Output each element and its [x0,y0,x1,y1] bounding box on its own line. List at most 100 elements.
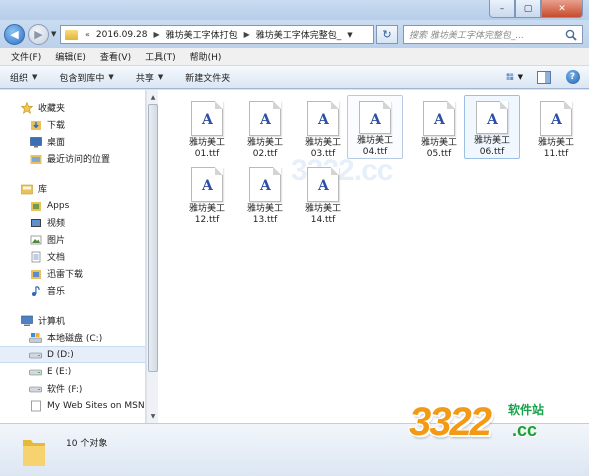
sidebar-item-my-web-sites[interactable]: My Web Sites on MSN [0,397,145,414]
menu-edit[interactable]: 编辑(E) [48,50,93,63]
refresh-button[interactable]: ↻ [376,25,398,44]
site-logo: 3322 软件站 .cc [409,398,585,458]
menu-tools[interactable]: 工具(T) [138,50,183,63]
sidebar-item-documents[interactable]: 文档 [0,248,145,265]
folder-icon [23,440,45,466]
chevron-down-icon: ▼ [32,73,38,81]
file-item[interactable]: A 雅坊美工 06.ttf [464,95,520,159]
breadcrumb-item[interactable]: 2016.09.28 [93,30,151,40]
file-item[interactable]: A 雅坊美工 13.ttf [237,162,293,226]
title-bar: – ▢ ✕ [0,0,589,20]
change-view-button[interactable]: ▼ [506,69,523,85]
menu-help[interactable]: 帮助(H) [183,50,229,63]
menu-file[interactable]: 文件(F) [4,50,48,63]
preview-pane-button[interactable] [535,69,552,85]
file-item[interactable]: A 雅坊美工 01.ttf [179,96,235,160]
breadcrumb-item[interactable]: 雅坊美工字体完整包_ [253,28,345,41]
organize-button[interactable]: 组织 ▼ [10,71,37,84]
minimize-button[interactable]: – [489,0,515,18]
sidebar-item-label: 本地磁盘 (C:) [47,334,103,344]
file-list-pane[interactable]: 3322.cc A 雅坊美工 01.ttf A 雅坊美工 02.ttf A 雅坊美工… [158,90,589,423]
sidebar-item-apps[interactable]: Apps [0,197,145,214]
sidebar-item-downloads[interactable]: 下载 [0,116,145,133]
thunder-download-icon [29,268,42,280]
breadcrumb-separator-icon[interactable]: ▶ [150,30,162,39]
music-note-icon [29,285,42,297]
new-folder-label: 新建文件夹 [185,73,231,84]
include-in-library-button[interactable]: 包含到库中 ▼ [59,71,113,84]
forward-button[interactable]: ▶ [28,24,49,45]
font-file-icon: A [423,101,455,136]
organize-label: 组织 [10,73,29,84]
file-item[interactable]: A 雅坊美工 12.ttf [179,162,235,226]
sidebar-item-label: 音乐 [47,287,66,297]
sidebar-item-videos[interactable]: 视频 [0,214,145,231]
file-item[interactable]: A 雅坊美工 14.ttf [295,162,351,226]
search-icon[interactable] [564,28,578,42]
sidebar-item-music[interactable]: 音乐 [0,282,145,299]
sidebar-item-pictures[interactable]: 图片 [0,231,145,248]
sidebar-item-label: 视频 [47,219,66,229]
scrollbar-thumb[interactable] [148,104,158,372]
share-button[interactable]: 共享 ▼ [136,71,163,84]
sidebar-item-label: D (D:) [47,349,74,360]
file-name: 雅坊美工 03.ttf [304,138,341,159]
file-item[interactable]: A 雅坊美工 02.ttf [237,96,293,160]
chevron-down-icon: ▼ [517,73,523,81]
file-name: 雅坊美工 01.ttf [188,138,225,159]
sidebar-item-drive-e[interactable]: E (E:) [0,363,145,380]
help-button[interactable]: ? [564,69,581,85]
sidebar-item-label: 库 [38,185,48,195]
command-bar: 组织 ▼ 包含到库中 ▼ 共享 ▼ 新建文件夹 ▼ ? [0,66,589,89]
menu-view[interactable]: 查看(V) [93,50,138,63]
breadcrumb-overflow[interactable]: « [82,30,93,39]
computer-group: 计算机 本地磁盘 (C:) D (D:) E (E:) 软件 (F:) My W… [0,312,145,414]
view-icon [506,73,514,81]
sidebar-item-drive-f[interactable]: 软件 (F:) [0,380,145,397]
sidebar-item-label: 桌面 [47,138,66,148]
close-button[interactable]: ✕ [541,0,583,18]
recent-pages-dropdown[interactable]: ▼ [51,30,56,38]
font-file-icon: A [476,101,508,134]
sidebar-item-label: 下载 [47,121,66,131]
file-name: 雅坊美工 12.ttf [188,204,225,225]
file-name: 雅坊美工 14.ttf [304,204,341,225]
video-icon [29,217,42,229]
breadcrumb-separator-icon[interactable]: ▶ [241,30,253,39]
back-button[interactable]: ◀ [4,24,25,45]
sidebar-item-drive-d[interactable]: D (D:) [0,346,145,363]
sidebar-item-recent-places[interactable]: 最近访问的位置 [0,150,145,167]
file-item[interactable]: A 雅坊美工 11.ttf [528,96,584,160]
web-folder-icon [29,400,42,412]
file-item[interactable]: A 雅坊美工 05.ttf [411,96,467,160]
drive-icon [29,383,42,395]
font-file-icon: A [359,101,391,134]
search-input[interactable]: 搜索 雅坊美工字体完整包_... [403,25,583,44]
sidebar-item-computer[interactable]: 计算机 [0,312,145,329]
new-folder-button[interactable]: 新建文件夹 [185,71,230,84]
breadcrumb-item[interactable]: 雅坊美工字体打包 [163,28,241,41]
address-bar[interactable]: « 2016.09.28 ▶ 雅坊美工字体打包 ▶ 雅坊美工字体完整包_ ▼ [60,25,374,44]
font-file-icon: A [191,101,223,136]
maximize-button[interactable]: ▢ [515,0,541,18]
window-controls: – ▢ ✕ [489,0,583,18]
sidebar-scrollbar[interactable]: ▲ ▼ [146,90,158,423]
file-item[interactable]: A 雅坊美工 04.ttf [347,95,403,159]
view-controls: ▼ ? [494,69,581,85]
sidebar-item-desktop[interactable]: 桌面 [0,133,145,150]
navigation-pane: 收藏夹 下载 桌面 最近访问的位置 库 Apps 视频 图片 文档 迅雷下载 音… [0,90,146,423]
sidebar-item-drive-c[interactable]: 本地磁盘 (C:) [0,329,145,346]
sidebar-item-thunder-downloads[interactable]: 迅雷下载 [0,265,145,282]
file-name: 雅坊美工 02.ttf [246,138,283,159]
sidebar-item-favorites[interactable]: 收藏夹 [0,99,145,116]
file-item[interactable]: A 雅坊美工 03.ttf [295,96,351,160]
sidebar-item-label: 收藏夹 [38,104,66,114]
help-icon: ? [565,70,580,84]
drive-icon [29,366,42,378]
address-dropdown-icon[interactable]: ▼ [343,26,357,43]
logo-number: 3322 [409,400,492,444]
sidebar-item-libraries[interactable]: 库 [0,180,145,197]
font-file-icon: A [249,167,281,202]
sidebar-item-label: 图片 [47,236,66,246]
file-name: 雅坊美工 05.ttf [420,138,457,159]
